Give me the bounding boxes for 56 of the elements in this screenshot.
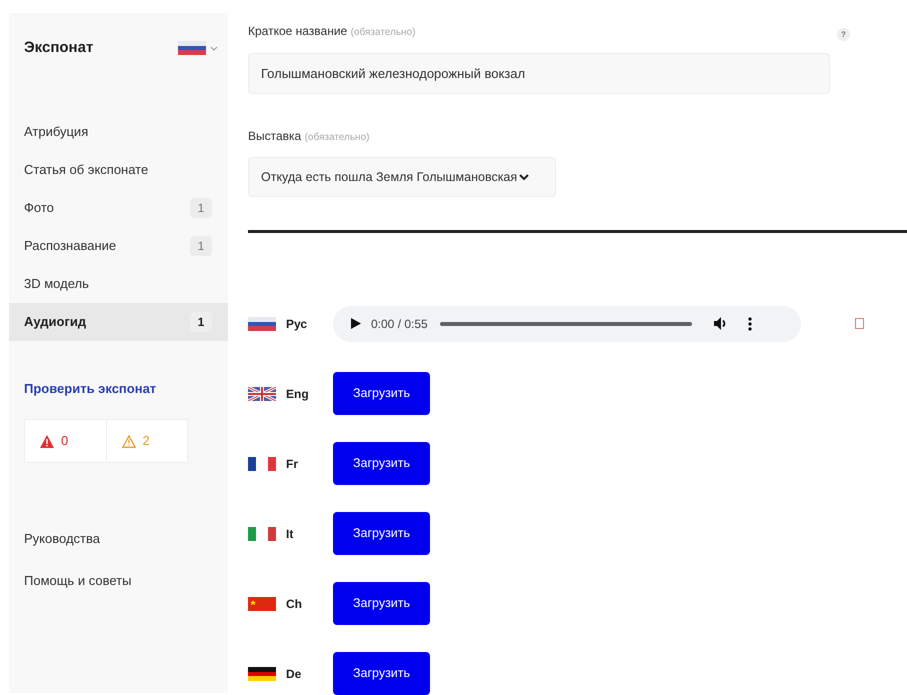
select-field[interactable]: Откуда есть пошла Земля Голышмановская <box>248 157 556 197</box>
language-label: Рус <box>286 316 308 332</box>
count-badge: 1 <box>190 312 212 332</box>
field-label: Краткое название (обязательно) <box>248 22 416 40</box>
sidebar-link[interactable]: Помощь и советы <box>24 570 228 590</box>
sidebar-item-label: 3D модель <box>24 274 89 293</box>
language-label: De <box>286 666 302 682</box>
flag-icon <box>248 386 276 400</box>
check-count: 0 <box>61 432 68 450</box>
sidebar-item[interactable]: Аудиогид 1 <box>9 302 228 340</box>
progress-track[interactable] <box>440 322 692 326</box>
sidebar-item[interactable]: 3D модель <box>9 264 228 302</box>
sidebar-item[interactable]: Статья об экспонате <box>9 150 228 188</box>
input-field[interactable]: Голышмановский железнодорожный вокзал <box>248 53 830 94</box>
chevron-down-icon <box>210 46 218 51</box>
count-badge: 1 <box>190 198 212 218</box>
audio-time: 0:00 / 0:55 <box>371 316 428 332</box>
upload-button[interactable]: Загрузить <box>333 442 430 485</box>
language-label: Ch <box>286 596 303 612</box>
count-badge: 1 <box>190 236 212 256</box>
audio-player[interactable]: 0:00 / 0:55 <box>333 306 801 342</box>
flag-icon <box>248 456 276 470</box>
sidebar-title: Экспонат <box>24 38 94 58</box>
delete-icon[interactable] <box>855 318 864 329</box>
flag-icon <box>178 41 206 56</box>
language-label: It <box>286 526 294 542</box>
sidebar-item[interactable]: Распознавание 1 <box>9 226 228 264</box>
flag-icon <box>248 666 276 680</box>
check-count: 2 <box>142 432 150 450</box>
upload-button[interactable]: Загрузить <box>333 512 430 555</box>
check-exhibit-link[interactable]: Проверить экспонат <box>24 378 228 398</box>
more-icon[interactable] <box>748 316 752 330</box>
flag-icon <box>248 316 276 330</box>
flag-icon <box>248 596 276 610</box>
warning-icon <box>40 434 54 448</box>
language-label: Eng <box>286 386 310 402</box>
flag-icon <box>248 526 276 540</box>
upload-button[interactable]: Загрузить <box>333 582 430 625</box>
play-icon[interactable] <box>351 318 361 329</box>
sidebar-item[interactable]: Атрибуция <box>9 112 228 150</box>
sidebar-item-label: Фото <box>24 198 54 217</box>
language-dropdown[interactable] <box>178 41 218 56</box>
sidebar-item-label: Аудиогид <box>24 312 86 331</box>
help-icon[interactable]: ? <box>837 28 850 41</box>
sidebar-item-label: Атрибуция <box>24 122 88 141</box>
warning-icon <box>122 434 136 448</box>
upload-button[interactable]: Загрузить <box>333 372 430 415</box>
sidebar-link[interactable]: Руководства <box>24 529 228 548</box>
chevron-down-icon <box>519 174 530 180</box>
sidebar-item-label: Распознавание <box>24 236 116 255</box>
volume-icon[interactable] <box>714 317 728 330</box>
language-label: Fr <box>286 456 299 472</box>
field-label: Выставка (обязательно) <box>248 128 370 145</box>
sidebar-item[interactable]: Фото 1 <box>9 188 228 226</box>
upload-button[interactable]: Загрузить <box>333 652 430 695</box>
sidebar-item-label: Статья об экспонате <box>24 160 148 179</box>
